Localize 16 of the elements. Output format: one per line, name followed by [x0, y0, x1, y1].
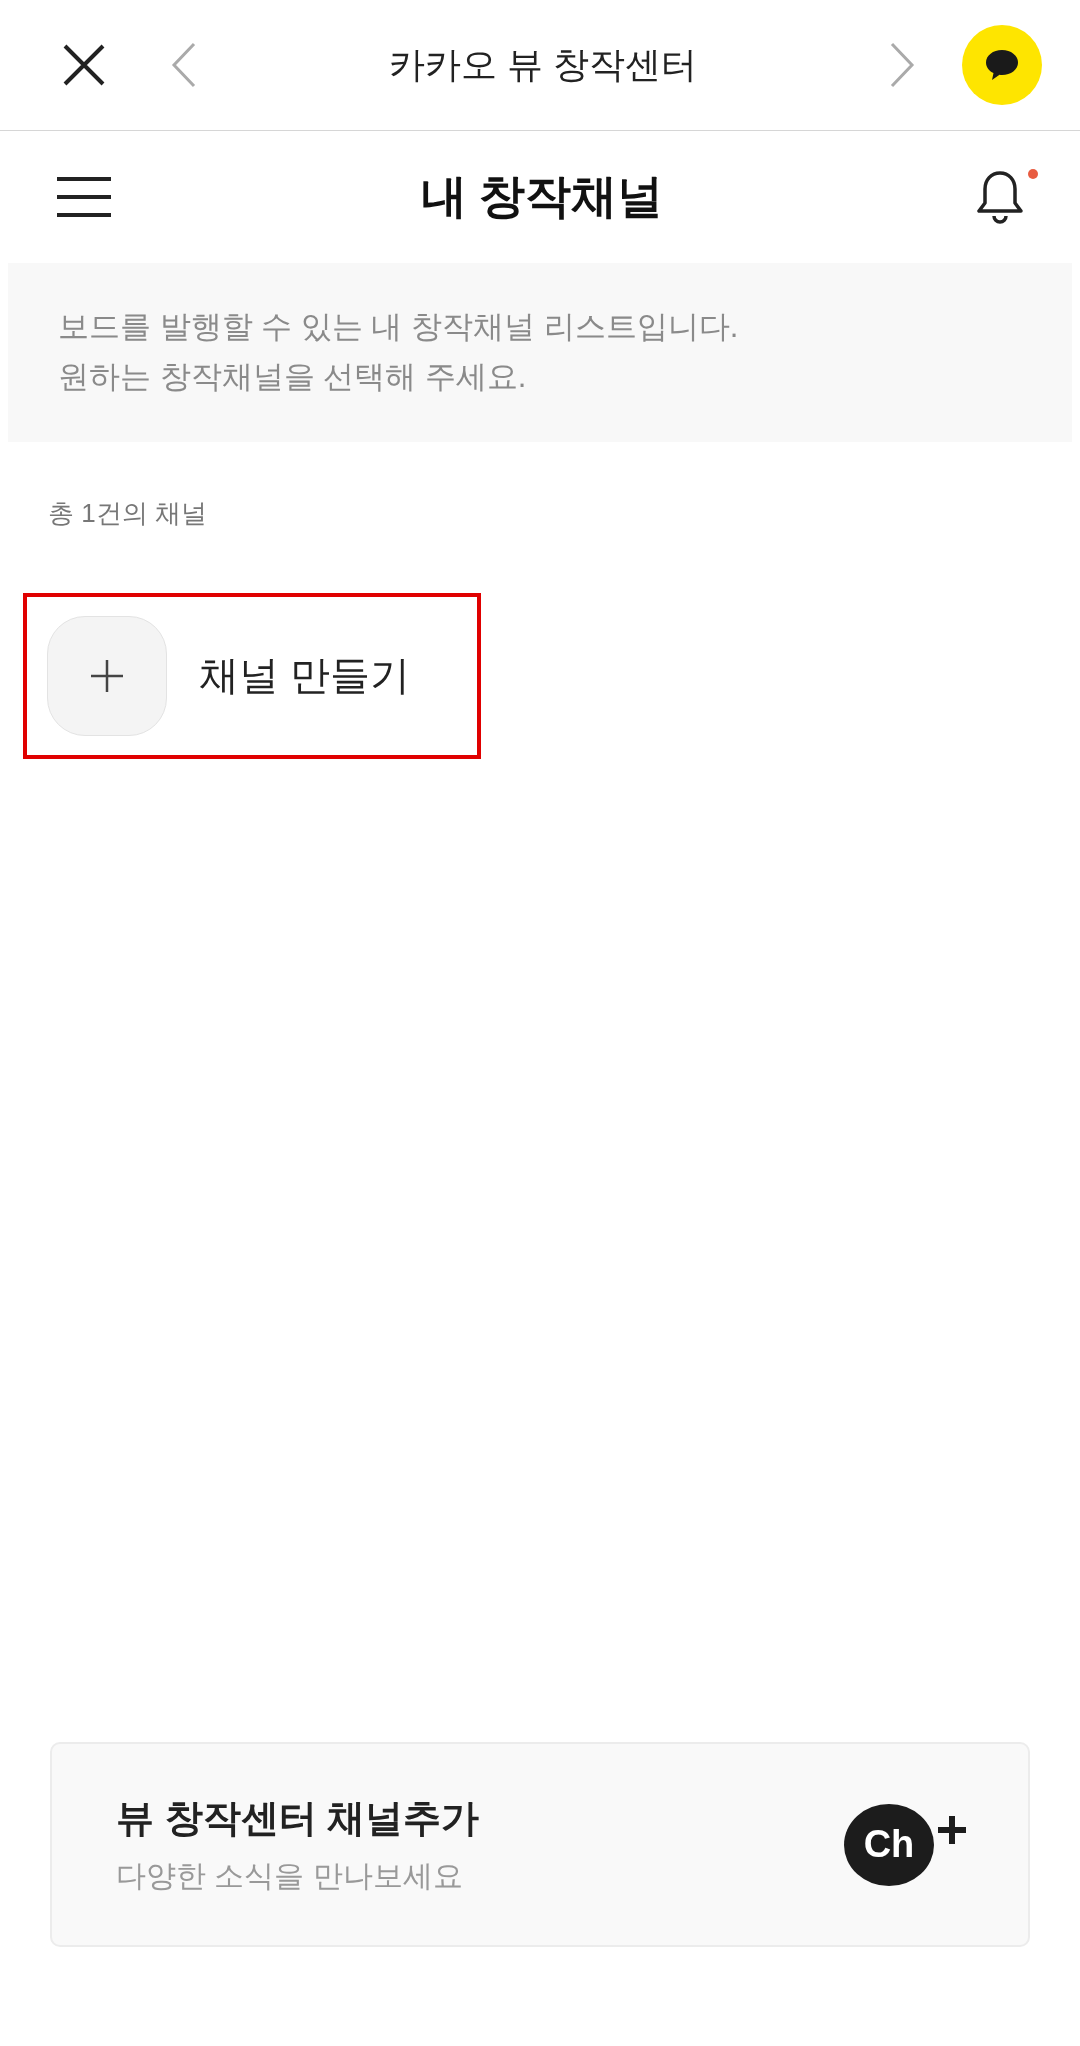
notice-text: 원하는 창작채널을 선택해 주세요. [58, 358, 528, 397]
chevron-left-icon [171, 42, 197, 88]
plus-icon [936, 1813, 968, 1846]
card-subtitle: 다양한 소식을 만나보세요 [116, 1857, 464, 1894]
menu-icon [57, 176, 111, 218]
window-title: 카카오 뷰 창작센터 [388, 42, 698, 87]
close-icon [62, 43, 106, 87]
page-title: 내 창작채널 [419, 169, 665, 224]
create-channel-button[interactable]: 채널 만들기 [47, 615, 411, 736]
chevron-right-icon [889, 42, 915, 88]
bell-icon [976, 169, 1024, 225]
notice-text: 보드를 발행할 수 있는 내 창작채널 리스트입니다. [58, 308, 740, 346]
card-title: 뷰 창작센터 채널추가 [116, 1795, 481, 1841]
plus-icon [91, 659, 123, 692]
speech-bubble-icon [984, 48, 1020, 82]
channel-count: 총 1건의 채널 [47, 496, 208, 530]
